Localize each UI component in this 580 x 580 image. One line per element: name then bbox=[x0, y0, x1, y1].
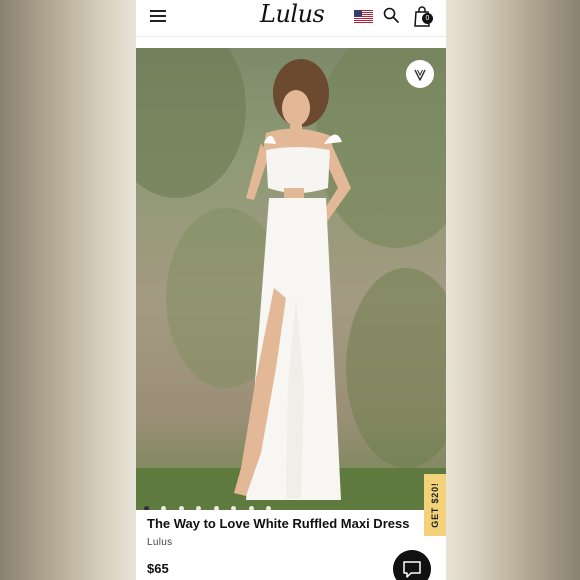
product-price: $65 bbox=[147, 561, 169, 576]
search-icon[interactable] bbox=[383, 7, 399, 23]
carousel-dot[interactable] bbox=[231, 506, 237, 510]
cart-count-badge[interactable]: 0 bbox=[422, 13, 433, 24]
brand-logo[interactable]: Lulus bbox=[260, 0, 325, 28]
carousel-dot[interactable] bbox=[266, 506, 272, 510]
product-photo-illustration bbox=[136, 48, 446, 510]
image-carousel-dots[interactable] bbox=[144, 498, 279, 510]
carousel-dot[interactable] bbox=[213, 506, 219, 510]
us-flag-icon[interactable] bbox=[354, 10, 373, 23]
carousel-dot[interactable] bbox=[144, 506, 149, 510]
carousel-dot[interactable] bbox=[178, 506, 184, 510]
carousel-dot[interactable] bbox=[161, 506, 167, 510]
mobile-page: Lulus 0 GET $20! The Way to Love White R… bbox=[136, 0, 446, 580]
chat-bubble-icon[interactable] bbox=[393, 550, 431, 580]
product-brand[interactable]: Lulus bbox=[147, 537, 172, 548]
carousel-dot[interactable] bbox=[196, 506, 202, 510]
hamburger-icon[interactable] bbox=[150, 9, 166, 23]
top-navigation-bar: Lulus 0 bbox=[136, 0, 446, 37]
product-image[interactable] bbox=[136, 48, 446, 510]
carousel-dot[interactable] bbox=[248, 506, 254, 510]
product-title: The Way to Love White Ruffled Maxi Dress bbox=[147, 516, 410, 531]
heart-icon[interactable] bbox=[406, 60, 434, 88]
promo-label: GET $20! bbox=[430, 482, 440, 528]
get-20-promo-tab[interactable]: GET $20! bbox=[424, 474, 446, 536]
